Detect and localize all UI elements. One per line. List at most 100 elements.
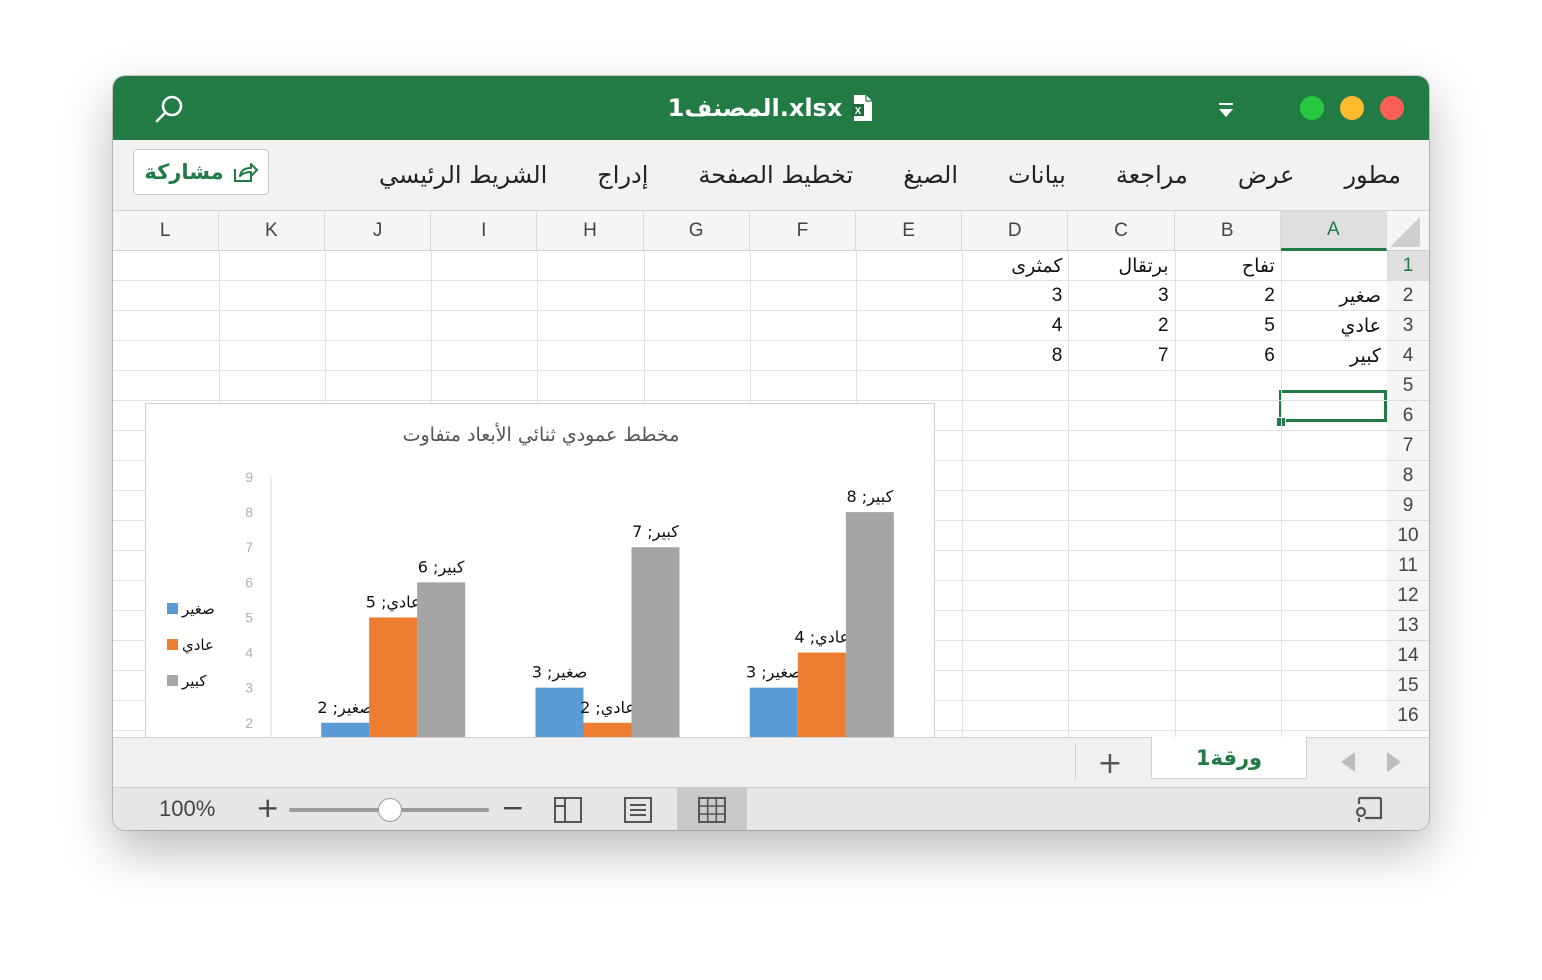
column-header-i[interactable]: I [431,211,538,251]
data-label: صغير; 2 [317,698,373,718]
cell-d1[interactable]: كمثرى [962,251,1068,281]
column-header-e[interactable]: E [856,211,963,251]
row-header-16[interactable]: 16 [1387,701,1429,731]
row-header-1[interactable]: 1 [1387,251,1429,281]
share-button[interactable]: مشاركة [133,149,269,195]
row-header-8[interactable]: 8 [1387,461,1429,491]
title-bar: المصنف1.xlsx X [113,76,1429,140]
row-gridline [113,400,1387,401]
row-header-4[interactable]: 4 [1387,341,1429,371]
legend-swatch [167,675,178,686]
sheet-tab-bar: + ورقة1 [113,737,1429,788]
tab-review[interactable]: مراجعة [1116,161,1188,189]
accessibility-check-icon[interactable] [1353,794,1387,826]
cell-c1[interactable]: برتقال [1068,251,1174,281]
status-bar: 100% + − [113,787,1429,830]
cell-d4[interactable]: 8 [962,341,1068,371]
tab-view[interactable]: عرض [1238,161,1295,189]
column-header-l[interactable]: L [113,211,219,251]
zoom-window-button[interactable] [1300,96,1324,120]
y-tick-label: 8 [245,504,253,520]
add-sheet-button[interactable]: + [1085,746,1135,781]
data-label: صغير; 3 [746,663,802,683]
y-tick-label: 3 [245,680,253,696]
page-layout-view-button[interactable] [533,788,603,830]
legend-entry: كبير [181,672,207,690]
page-break-icon [624,796,652,823]
row-header-7[interactable]: 7 [1387,431,1429,461]
sheet-tab-1[interactable]: ورقة1 [1151,737,1307,779]
data-label: عادي; 5 [366,592,421,612]
row-header-2[interactable]: 2 [1387,281,1429,311]
zoom-out-button[interactable]: − [501,791,524,824]
column-header-k[interactable]: K [218,211,325,251]
legend-swatch [167,603,178,614]
row-header-12[interactable]: 12 [1387,581,1429,611]
worksheet-grid[interactable]: A B C D E F G H I J K L 1 2 3 4 5 6 7 8 9 10 11 12 13 14 15 16 تفاح ب… [113,211,1429,830]
cell-b1[interactable]: تفاح [1175,251,1281,281]
tab-home[interactable]: الشريط الرئيسي [379,161,547,189]
cell-c2[interactable]: 3 [1068,281,1174,311]
ribbon: الشريط الرئيسي إدراج تخطيط الصفحة الصيغ … [113,140,1429,211]
y-tick-label: 9 [245,469,253,485]
tab-page-layout[interactable]: تخطيط الصفحة [698,161,853,189]
cell-a4[interactable]: كبير [1281,341,1387,371]
y-tick-label: 7 [245,539,253,555]
chart-title: مخطط عمودي ثنائي الأبعاد متفاوت [403,423,680,446]
cell-c4[interactable]: 7 [1068,341,1174,371]
data-label: عادي; 4 [794,628,849,648]
column-header-f[interactable]: F [749,211,856,251]
search-icon[interactable] [153,92,187,126]
row-header-11[interactable]: 11 [1387,551,1429,581]
column-header-d[interactable]: D [962,211,1069,251]
cell-c3[interactable]: 2 [1068,311,1174,341]
zoom-in-button[interactable]: + [256,791,279,824]
tab-developer[interactable]: مطور [1344,161,1401,189]
legend-entry: صغير [181,600,215,618]
row-header-15[interactable]: 15 [1387,671,1429,701]
close-window-button[interactable] [1380,96,1404,120]
minimize-window-button[interactable] [1340,96,1364,120]
row-header-10[interactable]: 10 [1387,521,1429,551]
zoom-slider-thumb[interactable] [378,798,402,822]
row-header-3[interactable]: 3 [1387,311,1429,341]
next-sheet-icon[interactable] [1387,752,1401,772]
row-header-14[interactable]: 14 [1387,641,1429,671]
cell-a2[interactable]: صغير [1281,281,1387,311]
column-header-a[interactable]: A [1280,211,1387,251]
column-header-h[interactable]: H [537,211,644,251]
row-header-13[interactable]: 13 [1387,611,1429,641]
cell-d2[interactable]: 3 [962,281,1068,311]
column-header-c[interactable]: C [1068,211,1175,251]
y-tick-label: 5 [245,609,253,625]
y-tick-label: 4 [245,645,253,661]
y-tick-label: 2 [245,715,253,731]
select-all-triangle-icon [1390,217,1420,247]
customize-toolbar-icon[interactable] [1213,100,1239,120]
page-layout-icon [554,796,582,823]
selected-cell-a1[interactable] [1279,390,1387,422]
prev-sheet-icon[interactable] [1341,752,1355,772]
share-icon [233,163,258,182]
cell-b4[interactable]: 6 [1175,341,1281,371]
cell-a3[interactable]: عادي [1281,311,1387,341]
row-header-9[interactable]: 9 [1387,491,1429,521]
row-header-5[interactable]: 5 [1387,371,1429,401]
data-label: كبير; 7 [632,522,679,542]
cell-b3[interactable]: 5 [1175,311,1281,341]
zoom-level[interactable]: 100% [159,796,215,822]
normal-view-button[interactable] [677,788,747,830]
column-header-g[interactable]: G [643,211,750,251]
column-header-j[interactable]: J [325,211,432,251]
row-header-6[interactable]: 6 [1387,401,1429,431]
tab-formulas[interactable]: الصيغ [903,161,958,189]
svg-text:X: X [855,106,862,117]
tab-data[interactable]: بيانات [1008,161,1066,189]
tab-insert[interactable]: إدراج [597,161,648,189]
cell-b2[interactable]: 2 [1175,281,1281,311]
column-header-b[interactable]: B [1174,211,1281,251]
tab-separator [1075,744,1076,780]
cell-d3[interactable]: 4 [962,311,1068,341]
page-break-view-button[interactable] [603,788,673,830]
normal-view-icon [698,796,726,823]
